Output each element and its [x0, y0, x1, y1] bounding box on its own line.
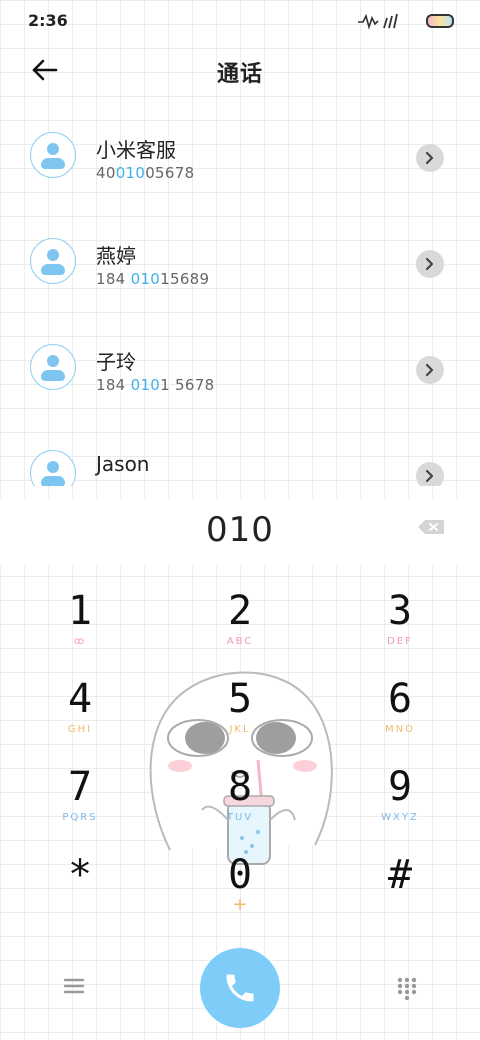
backspace-icon[interactable]: [417, 519, 445, 535]
dialpad: 1 ꝏ 2 ABC 3 DEF 4 GHI 5 JKL 6 MNO 7 PQRS…: [0, 580, 480, 940]
chevron-right-icon[interactable]: [416, 356, 444, 384]
contact-list: 小米客服 4001005678 燕婷 184 01015689 子玲 184 0…: [0, 104, 480, 486]
phone-icon: [226, 974, 254, 1002]
key-5[interactable]: 5 JKL: [170, 668, 310, 756]
chevron-right-icon[interactable]: [416, 250, 444, 278]
page-title: 通话: [216, 62, 263, 87]
key-star[interactable]: *: [10, 844, 150, 932]
call-button[interactable]: [200, 948, 280, 1028]
contact-number: 184 0101 5678: [96, 376, 215, 394]
avatar-icon: [30, 132, 76, 178]
status-bar: 2:36: [0, 0, 480, 40]
status-time: 2:36: [28, 11, 68, 30]
contact-name: 子玲: [96, 350, 136, 374]
key-8[interactable]: 8 TUV: [170, 756, 310, 844]
header: 通话: [0, 44, 480, 96]
key-9[interactable]: 9 WXYZ: [330, 756, 470, 844]
key-4[interactable]: 4 GHI: [10, 668, 150, 756]
contact-number: 4001005678: [96, 164, 195, 182]
dialed-number[interactable]: 010: [0, 510, 480, 550]
signal-icon: [358, 13, 398, 30]
voicemail-icon: ꝏ: [73, 636, 87, 647]
avatar-icon: [30, 450, 76, 486]
bottom-bar: [0, 940, 480, 1040]
contact-row[interactable]: 子玲 184 0101 5678: [0, 316, 480, 422]
menu-icon[interactable]: [62, 976, 86, 996]
key-0[interactable]: 0 +: [170, 844, 310, 932]
contact-row[interactable]: Jason: [0, 422, 480, 486]
contact-name: 燕婷: [96, 244, 136, 268]
key-2[interactable]: 2 ABC: [170, 580, 310, 668]
key-hash[interactable]: #: [330, 844, 470, 932]
dialpad-icon[interactable]: [396, 976, 418, 1000]
contact-name: 小米客服: [96, 138, 176, 162]
key-7[interactable]: 7 PQRS: [10, 756, 150, 844]
contact-row[interactable]: 燕婷 184 01015689: [0, 210, 480, 316]
battery-icon: [426, 14, 454, 28]
key-3[interactable]: 3 DEF: [330, 580, 470, 668]
chevron-right-icon[interactable]: [416, 462, 444, 486]
key-1[interactable]: 1 ꝏ: [10, 580, 150, 668]
avatar-icon: [30, 344, 76, 390]
chevron-right-icon[interactable]: [416, 144, 444, 172]
key-6[interactable]: 6 MNO: [330, 668, 470, 756]
dial-input-bar: 010: [0, 498, 480, 566]
contact-row[interactable]: 小米客服 4001005678: [0, 104, 480, 210]
contact-number: 184 01015689: [96, 270, 210, 288]
contact-name: Jason: [96, 452, 150, 476]
avatar-icon: [30, 238, 76, 284]
